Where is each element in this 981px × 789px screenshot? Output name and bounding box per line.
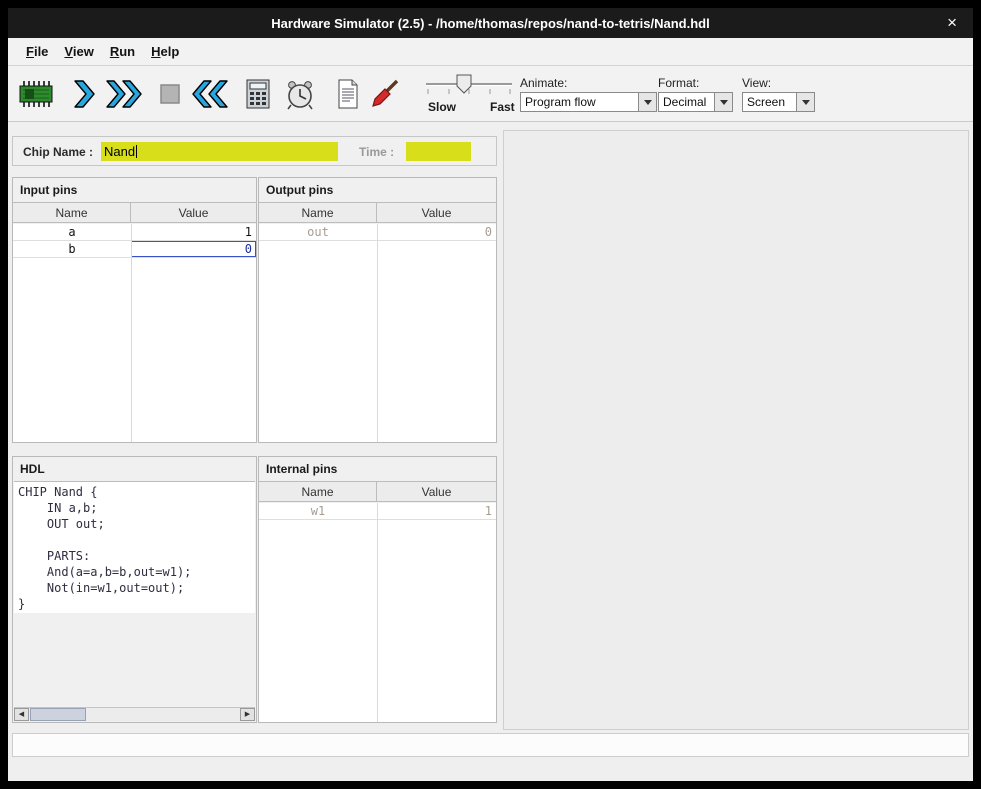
scroll-right-icon[interactable]: ▶ bbox=[240, 708, 255, 721]
stop-button[interactable] bbox=[150, 74, 190, 114]
format-label: Format: bbox=[658, 76, 699, 90]
brush-icon bbox=[370, 78, 402, 110]
text-caret bbox=[136, 145, 137, 158]
chevron-down-icon[interactable] bbox=[796, 93, 814, 111]
table-row: w1 1 bbox=[259, 503, 496, 520]
view-hdl-button[interactable] bbox=[328, 74, 368, 114]
animate-value: Program flow bbox=[521, 95, 638, 109]
evaluate-button[interactable] bbox=[238, 74, 278, 114]
name-column-header: Name bbox=[13, 203, 131, 222]
format-value: Decimal bbox=[659, 95, 714, 109]
chip-name-label: Chip Name : bbox=[23, 145, 93, 159]
menu-help[interactable]: Help bbox=[143, 39, 187, 64]
time-label: Time : bbox=[359, 145, 394, 159]
slider-fast-label: Fast bbox=[490, 100, 515, 114]
name-column-header: Name bbox=[259, 482, 377, 501]
close-icon[interactable]: × bbox=[947, 12, 957, 34]
time-input[interactable] bbox=[406, 142, 471, 161]
menu-run[interactable]: Run bbox=[102, 39, 143, 64]
pin-value-cell: 0 bbox=[377, 224, 496, 240]
table-row: out 0 bbox=[259, 224, 496, 241]
slider-slow-label: Slow bbox=[428, 100, 456, 114]
pin-value-cell-editing[interactable]: 0 bbox=[131, 241, 256, 257]
fast-forward-icon bbox=[105, 78, 143, 110]
internal-pins-panel: Internal pins Name Value w1 1 bbox=[258, 456, 497, 723]
value-column-header: Value bbox=[377, 482, 496, 501]
pin-name-cell: w1 bbox=[259, 503, 377, 519]
speed-slider[interactable] bbox=[426, 72, 512, 102]
table-row: b 0 bbox=[13, 241, 256, 258]
input-pins-title: Input pins bbox=[13, 178, 256, 202]
output-pins-title: Output pins bbox=[259, 178, 496, 202]
stop-icon bbox=[158, 82, 182, 106]
view-value: Screen bbox=[743, 95, 796, 109]
document-icon bbox=[335, 78, 361, 110]
table-header: Name Value bbox=[259, 482, 496, 502]
output-pins-table: Name Value out 0 bbox=[259, 202, 496, 442]
pin-name-cell: a bbox=[13, 224, 131, 240]
view-label: View: bbox=[742, 76, 771, 90]
pin-name-cell: out bbox=[259, 224, 377, 240]
rewind-icon bbox=[191, 78, 229, 110]
table-body: w1 1 bbox=[259, 503, 496, 722]
value-column-header: Value bbox=[377, 203, 496, 222]
hardware-simulator-window: Hardware Simulator (2.5) - /home/thomas/… bbox=[0, 0, 981, 789]
load-chip-button[interactable] bbox=[16, 74, 56, 114]
internal-pins-table: Name Value w1 1 bbox=[259, 481, 496, 722]
table-body: a 1 b 0 bbox=[13, 224, 256, 442]
view-combobox[interactable]: Screen bbox=[742, 92, 815, 112]
table-row: a 1 bbox=[13, 224, 256, 241]
status-bar bbox=[12, 733, 969, 757]
table-header: Name Value bbox=[259, 203, 496, 223]
pin-value-cell: 1 bbox=[377, 503, 496, 519]
chip-name-input[interactable]: Nand bbox=[101, 142, 338, 161]
pin-name-cell: b bbox=[13, 241, 131, 257]
output-pins-panel: Output pins Name Value out 0 bbox=[258, 177, 497, 443]
eval-script-button[interactable] bbox=[366, 74, 406, 114]
window-title: Hardware Simulator (2.5) - /home/thomas/… bbox=[271, 16, 709, 31]
table-header: Name Value bbox=[13, 203, 256, 223]
run-button[interactable] bbox=[104, 74, 144, 114]
chevron-down-icon[interactable] bbox=[638, 93, 656, 111]
chip-header-row: Chip Name : Nand Time : bbox=[12, 136, 497, 166]
table-body: out 0 bbox=[259, 224, 496, 442]
menu-file[interactable]: File bbox=[18, 39, 56, 64]
pin-value-cell[interactable]: 1 bbox=[131, 224, 256, 240]
hdl-code-view[interactable]: CHIP Nand { IN a,b; OUT out; PARTS: And(… bbox=[14, 481, 255, 613]
single-step-icon bbox=[69, 78, 99, 110]
value-column-header: Value bbox=[131, 203, 256, 222]
scroll-left-icon[interactable]: ◀ bbox=[14, 708, 29, 721]
scrollbar-thumb[interactable] bbox=[30, 708, 86, 721]
hdl-title: HDL bbox=[13, 457, 256, 481]
clock-icon bbox=[285, 78, 315, 110]
slider-track bbox=[426, 72, 512, 102]
chip-icon bbox=[18, 79, 54, 109]
name-column-header: Name bbox=[259, 203, 377, 222]
input-pins-panel: Input pins Name Value a 1 b 0 bbox=[12, 177, 257, 443]
single-step-button[interactable] bbox=[64, 74, 104, 114]
chip-name-value: Nand bbox=[104, 144, 135, 159]
input-pins-table: Name Value a 1 b 0 bbox=[13, 202, 256, 442]
screen-view-panel bbox=[503, 130, 969, 730]
toolbar: Slow Fast Animate: Program flow Format: … bbox=[8, 66, 973, 122]
format-combobox[interactable]: Decimal bbox=[658, 92, 733, 112]
menu-view[interactable]: View bbox=[56, 39, 101, 64]
menu-bar: File View Run Help bbox=[8, 38, 973, 66]
reset-button[interactable] bbox=[190, 74, 230, 114]
animate-combobox[interactable]: Program flow bbox=[520, 92, 657, 112]
chevron-down-icon[interactable] bbox=[714, 93, 732, 111]
hdl-panel: HDL CHIP Nand { IN a,b; OUT out; PARTS: … bbox=[12, 456, 257, 723]
internal-pins-title: Internal pins bbox=[259, 457, 496, 481]
animate-label: Animate: bbox=[520, 76, 567, 90]
calculator-icon bbox=[244, 78, 272, 110]
window-frame: Hardware Simulator (2.5) - /home/thomas/… bbox=[8, 8, 973, 781]
title-bar: Hardware Simulator (2.5) - /home/thomas/… bbox=[8, 8, 973, 38]
horizontal-scrollbar[interactable]: ◀ ▶ bbox=[14, 707, 255, 721]
clock-button[interactable] bbox=[280, 74, 320, 114]
